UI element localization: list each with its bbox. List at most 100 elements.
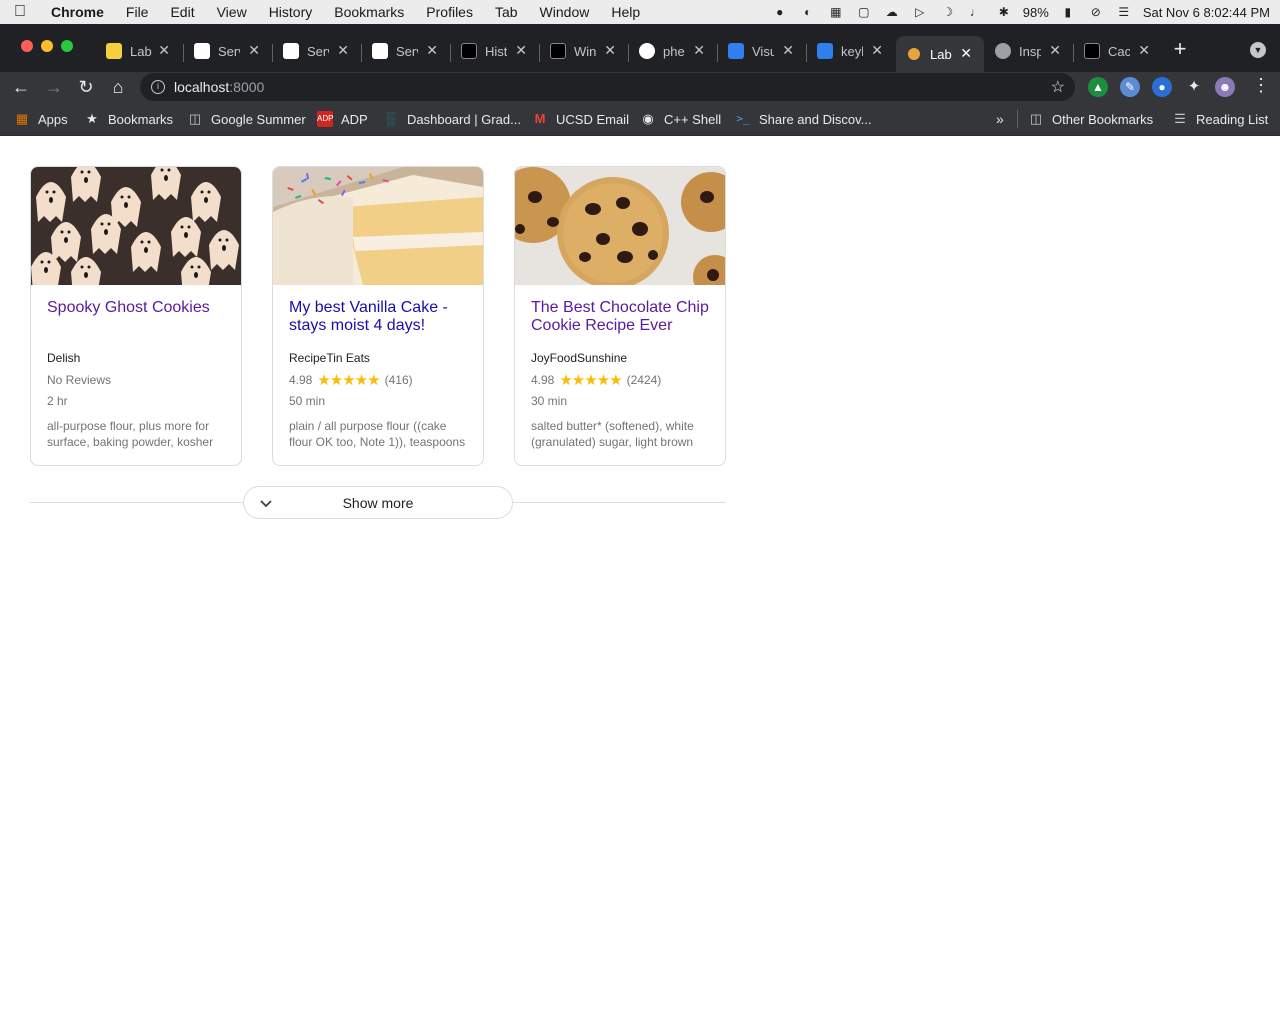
menu-view[interactable]: View [206, 4, 258, 20]
wifi-off-icon[interactable]: ⊘ [1087, 5, 1105, 19]
reload-icon[interactable]: ↻ [75, 76, 97, 98]
tab-visu[interactable]: Visu ✕ [718, 36, 806, 66]
home-icon[interactable]: ⌂ [107, 76, 129, 98]
terminal-icon: >_ [736, 112, 750, 125]
recipe-title-link[interactable]: Spooky Ghost Cookies [47, 299, 227, 317]
close-tab-icon[interactable]: ✕ [158, 42, 170, 59]
recipe-image-chocolate-chip-cookies[interactable] [515, 167, 725, 285]
forward-arrow-icon[interactable]: → [43, 76, 65, 98]
menu-file[interactable]: File [115, 4, 160, 20]
close-tab-icon[interactable]: ✕ [248, 42, 260, 59]
half-circle-icon[interactable]: ◐ [799, 5, 817, 19]
recipe-title-link[interactable]: The Best Chocolate Chip Cookie Recipe Ev… [531, 299, 711, 335]
recipe-rating: No Reviews [47, 371, 111, 389]
menu-profiles[interactable]: Profiles [415, 4, 484, 20]
recipe-card[interactable]: My best Vanilla Cake - stays moist 4 day… [272, 166, 484, 466]
bookmark-ucsd-email[interactable]: M UCSD Email [532, 109, 629, 129]
profile-avatar[interactable]: ☻ [1215, 77, 1235, 97]
bookmark-star-icon[interactable]: ☆ [1051, 77, 1065, 97]
chart-icon: ░ [386, 111, 396, 126]
back-arrow-icon[interactable]: ← [10, 76, 32, 98]
layout-icon[interactable]: ▦ [827, 5, 845, 19]
notification-icon[interactable]: ● [771, 5, 789, 19]
tab-insp[interactable]: Insp ✕ [985, 36, 1073, 66]
extension-badge-icon[interactable]: ● [1152, 77, 1172, 97]
tab-serv-1[interactable]: Serv ✕ [184, 36, 272, 66]
recipe-card[interactable]: Spooky Ghost Cookies Delish No Reviews 2… [30, 166, 242, 466]
close-tab-icon[interactable]: ✕ [693, 42, 705, 59]
recipe-time: 2 hr [47, 394, 68, 408]
cloud-icon[interactable]: ☁ [883, 5, 901, 19]
chrome-toolbar: ← → ↻ ⌂ i localhost:8000 ☆ ▲ ✎ ● ✦ ☻ ⋮ [0, 72, 1280, 102]
extension-green-icon[interactable]: ▲ [1088, 77, 1108, 97]
play-circle-icon[interactable]: ▷ [911, 5, 929, 19]
tab-cach[interactable]: Cach ✕ [1074, 36, 1162, 66]
menu-tab[interactable]: Tab [484, 4, 529, 20]
bookmark-other-bookmarks[interactable]: ◫ Other Bookmarks [1028, 109, 1153, 129]
bookmark-cpp-shell[interactable]: ◉ C++ Shell [640, 109, 721, 129]
close-window-icon[interactable] [21, 40, 33, 52]
chrome-menu-icon[interactable]: ⋮ [1252, 75, 1270, 96]
close-tab-icon[interactable]: ✕ [426, 42, 438, 59]
rating-stars-icon: ★★★★★ [317, 372, 380, 389]
recipe-image-ghost-cookies[interactable] [31, 167, 241, 285]
menu-history[interactable]: History [258, 4, 324, 20]
bluetooth-icon[interactable]: ✱ [995, 5, 1013, 19]
fullscreen-window-icon[interactable] [61, 40, 73, 52]
recipe-title-link[interactable]: My best Vanilla Cake - stays moist 4 day… [289, 299, 469, 335]
tab-wind[interactable]: Wind ✕ [540, 36, 628, 66]
menu-bookmarks[interactable]: Bookmarks [323, 4, 415, 20]
apple-menu-icon[interactable]:  [0, 3, 40, 21]
review-count: (2424) [626, 373, 662, 387]
close-tab-icon[interactable]: ✕ [782, 42, 794, 59]
menu-window[interactable]: Window [529, 4, 601, 20]
bookmark-adp[interactable]: ADP ADP [317, 109, 368, 129]
close-tab-icon[interactable]: ✕ [337, 42, 349, 59]
close-tab-icon[interactable]: ✕ [604, 42, 616, 59]
window-icon[interactable]: ▢ [855, 5, 873, 19]
close-tab-icon[interactable]: ✕ [871, 42, 883, 59]
menu-bar-clock[interactable]: Sat Nov 6 8:02:44 PM [1143, 5, 1270, 20]
bookmark-google-summer[interactable]: ◫ Google Summer [187, 109, 306, 129]
extensions-puzzle-icon[interactable]: ✦ [1184, 77, 1204, 97]
recipe-source: JoyFoodSunshine [531, 351, 628, 365]
volume-icon[interactable]: ♩ [967, 5, 985, 19]
tab-keyb[interactable]: keyb ✕ [807, 36, 895, 66]
address-bar[interactable]: i localhost:8000 ☆ [140, 73, 1075, 101]
minimize-window-icon[interactable] [41, 40, 53, 52]
tab-histo[interactable]: Histo ✕ [451, 36, 539, 66]
bookmarks-overflow-chevron-icon[interactable]: » [996, 109, 1004, 129]
recipe-card[interactable]: The Best Chocolate Chip Cookie Recipe Ev… [514, 166, 726, 466]
tab-lab-1[interactable]: Lab ✕ [96, 36, 182, 66]
menu-help[interactable]: Help [600, 4, 651, 20]
show-more-button[interactable]: Show more [243, 486, 513, 519]
site-info-icon[interactable]: i [151, 80, 165, 94]
recipe-source: Delish [47, 351, 81, 365]
extension-pen-icon[interactable]: ✎ [1120, 77, 1140, 97]
new-tab-plus-icon[interactable]: + [1170, 38, 1190, 60]
close-tab-icon[interactable]: ✕ [1138, 42, 1150, 59]
recipe-image-vanilla-cake[interactable] [273, 167, 483, 285]
tab-phed[interactable]: phed ✕ [629, 36, 717, 66]
battery-icon[interactable]: ▮ [1059, 5, 1077, 19]
tab-search-chevron-icon[interactable]: ▼ [1250, 42, 1266, 58]
moon-icon[interactable]: ☽ [939, 5, 957, 19]
bookmark-apps[interactable]: ▦ Apps [14, 109, 68, 129]
bookmark-share-and-discover[interactable]: >_ Share and Discov... [735, 109, 871, 129]
vscode-icon [817, 43, 833, 59]
control-center-icon[interactable]: ☰ [1115, 5, 1133, 19]
menu-app-chrome[interactable]: Chrome [40, 4, 115, 20]
menu-edit[interactable]: Edit [159, 4, 205, 20]
bookmark-bookmarks[interactable]: ★ Bookmarks [84, 109, 173, 129]
tab-serv-2[interactable]: Serv ✕ [273, 36, 361, 66]
folder-icon: ◫ [188, 111, 202, 126]
close-tab-icon[interactable]: ✕ [515, 42, 527, 59]
reading-list-button[interactable]: ☰ Reading List [1172, 109, 1268, 129]
tab-lab-active[interactable]: Lab ✕ [896, 36, 984, 72]
apps-grid-icon: ▦ [15, 111, 29, 126]
tab-serv-3[interactable]: Serv ✕ [362, 36, 450, 66]
menu-bar-status-area: ● ◐ ▦ ▢ ☁ ▷ ☽ ♩ ✱ 98% ▮ ⊘ ☰ Sat Nov 6 8:… [771, 0, 1270, 24]
bookmark-dashboard[interactable]: ░ Dashboard | Grad... [383, 109, 521, 129]
close-tab-icon[interactable]: ✕ [1049, 42, 1061, 59]
close-tab-icon[interactable]: ✕ [960, 45, 972, 62]
